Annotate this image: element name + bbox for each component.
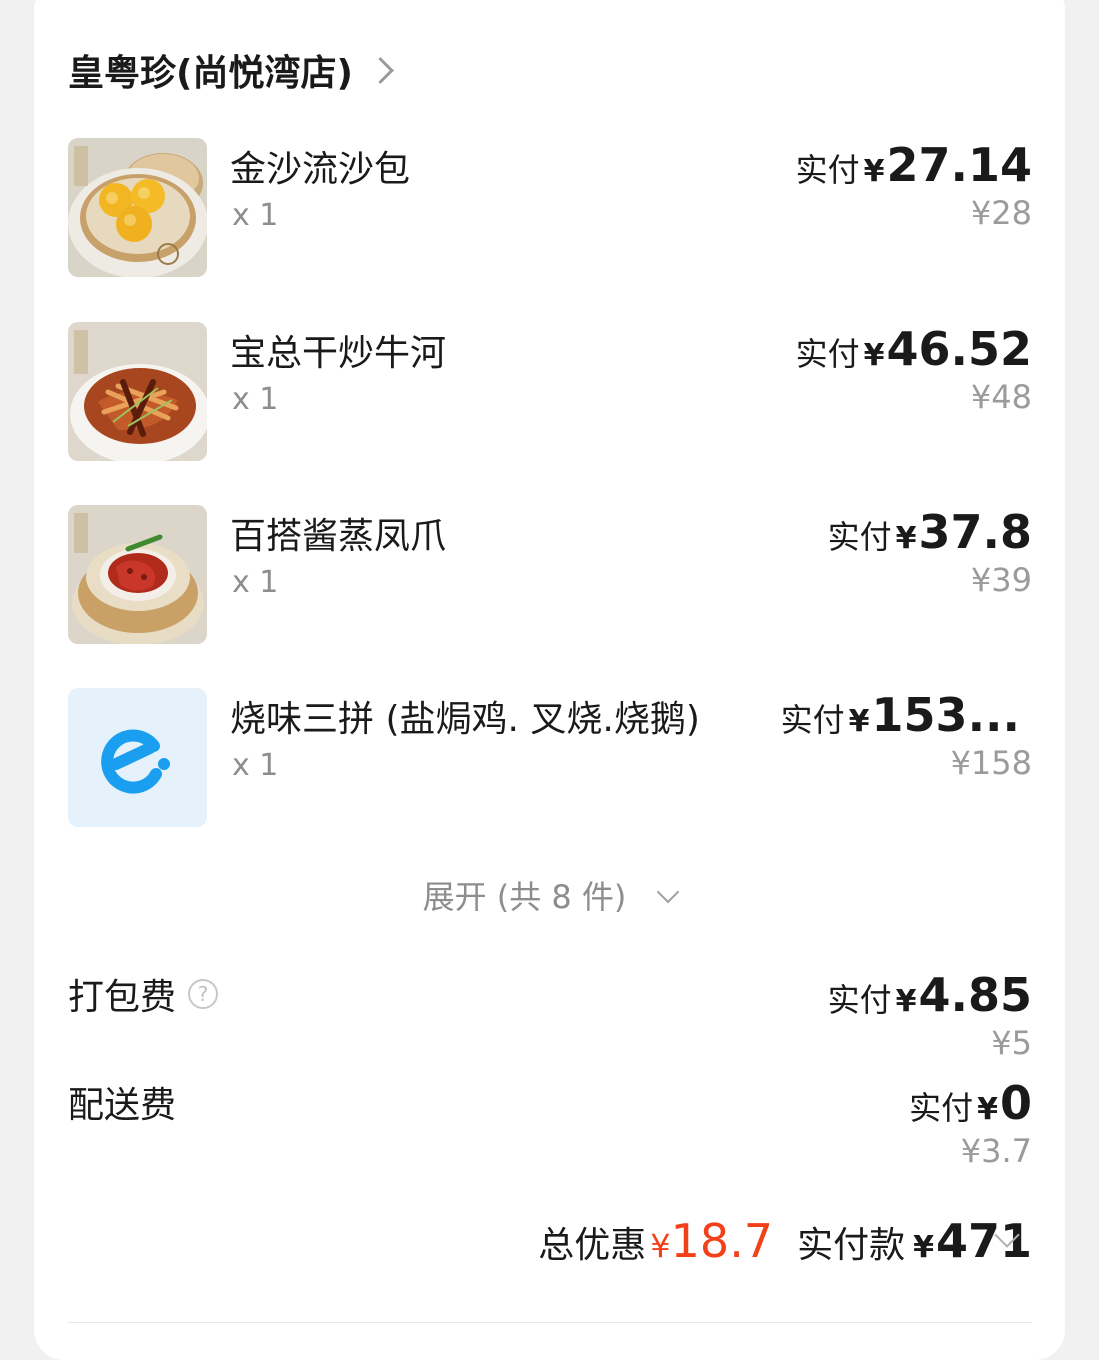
original-price: ¥158 [950, 744, 1032, 782]
chicken-feet-photo [68, 505, 207, 644]
paid-amount: 37.8 [918, 505, 1033, 559]
discount-currency: ¥ [650, 1227, 671, 1265]
paid-amount: 4.85 [918, 968, 1033, 1022]
list-item[interactable]: 百搭酱蒸凤爪 x 1 实付 ¥ 37.8 ¥39 [68, 505, 1032, 645]
item-quantity: x 1 [232, 565, 279, 600]
list-item[interactable]: 金沙流沙包 x 1 实付 ¥ 27.14 ¥28 [68, 138, 1032, 278]
paid-total-amount: 471 [935, 1214, 1032, 1268]
fee-paid-price: 实付 ¥ 4.85 [828, 968, 1032, 1022]
item-name: 金沙流沙包 [230, 149, 411, 190]
paid-total-label: 实付款 [797, 1225, 906, 1266]
paid-label: 实付 [827, 518, 892, 556]
currency-symbol: ¥ [848, 704, 870, 739]
fee-name: 配送费 [68, 1076, 176, 1128]
delivery-fee-row: 配送费 实付 ¥ 0 ¥3.7 [68, 1076, 1032, 1176]
paid-label: 实付 [827, 981, 892, 1019]
paid-amount: 27.14 [886, 138, 1032, 192]
paid-amount: 153... [871, 688, 1020, 742]
item-paid-price: 实付 ¥ 37.8 [828, 505, 1032, 559]
store-name[interactable]: 皇粤珍(尚悦湾店) [68, 44, 353, 96]
paid-amount: 46.52 [886, 322, 1032, 376]
currency-symbol: ¥ [977, 1092, 998, 1127]
chevron-right-icon[interactable] [366, 56, 394, 84]
divider [68, 1322, 1032, 1323]
item-quantity: x 1 [232, 198, 279, 233]
packaging-fee-row: 打包费 ? 实付 ¥ 4.85 ¥5 [68, 968, 1032, 1068]
original-price: ¥39 [970, 561, 1032, 599]
list-item[interactable]: 宝总干炒牛河 x 1 实付 ¥ 46.52 ¥48 [68, 322, 1032, 462]
eleme-logo-icon [68, 688, 207, 827]
paid-amount: 0 [999, 1076, 1032, 1130]
original-price: ¥48 [970, 378, 1032, 416]
original-price: ¥3.7 [960, 1132, 1032, 1170]
order-summary[interactable]: 总优惠 ¥ 18.7 实付款 ¥ 471 [538, 1214, 1032, 1268]
paid-currency: ¥ [913, 1230, 934, 1265]
store-header[interactable]: 皇粤珍(尚悦湾店) [68, 44, 394, 96]
currency-symbol: ¥ [863, 338, 885, 373]
expand-label[interactable]: 展开 (共 8 件) [423, 878, 627, 916]
item-name: 宝总干炒牛河 [230, 333, 447, 374]
original-price: ¥28 [970, 194, 1032, 232]
currency-symbol: ¥ [895, 984, 917, 1019]
total-discount-label: 总优惠 [538, 1225, 647, 1266]
paid-label: 实付 [909, 1089, 974, 1127]
item-paid-price: 实付 ¥ 27.14 [796, 138, 1032, 192]
paid-label: 实付 [795, 335, 860, 373]
help-icon[interactable]: ? [188, 979, 219, 1009]
currency-symbol: ¥ [895, 521, 917, 556]
original-price: ¥5 [991, 1024, 1032, 1062]
currency-symbol: ¥ [863, 154, 885, 189]
beef-noodles-photo [68, 322, 207, 461]
item-name: 百搭酱蒸凤爪 [230, 516, 447, 557]
fee-name: 打包费 ? [68, 968, 219, 1020]
item-paid-price: 实付 ¥ 153... [781, 688, 1020, 742]
item-name: 烧味三拼 (盐焗鸡. 叉烧.烧鹅) [230, 699, 700, 740]
packaging-fee-label: 打包费 [68, 977, 177, 1018]
item-quantity: x 1 [232, 748, 279, 783]
item-quantity: x 1 [232, 382, 279, 417]
golden-buns-photo [68, 138, 207, 277]
paid-label: 实付 [795, 151, 860, 189]
list-item[interactable]: 烧味三拼 (盐焗鸡. 叉烧.烧鹅) x 1 实付 ¥ 153... ¥158 [68, 688, 1032, 828]
total-discount-amount: 18.7 [670, 1214, 774, 1268]
delivery-fee-label: 配送费 [68, 1085, 177, 1126]
paid-label: 实付 [780, 701, 845, 739]
item-paid-price: 实付 ¥ 46.52 [796, 322, 1032, 376]
fee-paid-price: 实付 ¥ 0 [909, 1076, 1032, 1130]
expand-items-button[interactable]: 展开 (共 8 件) [0, 872, 1099, 918]
chevron-down-icon[interactable] [657, 880, 680, 904]
